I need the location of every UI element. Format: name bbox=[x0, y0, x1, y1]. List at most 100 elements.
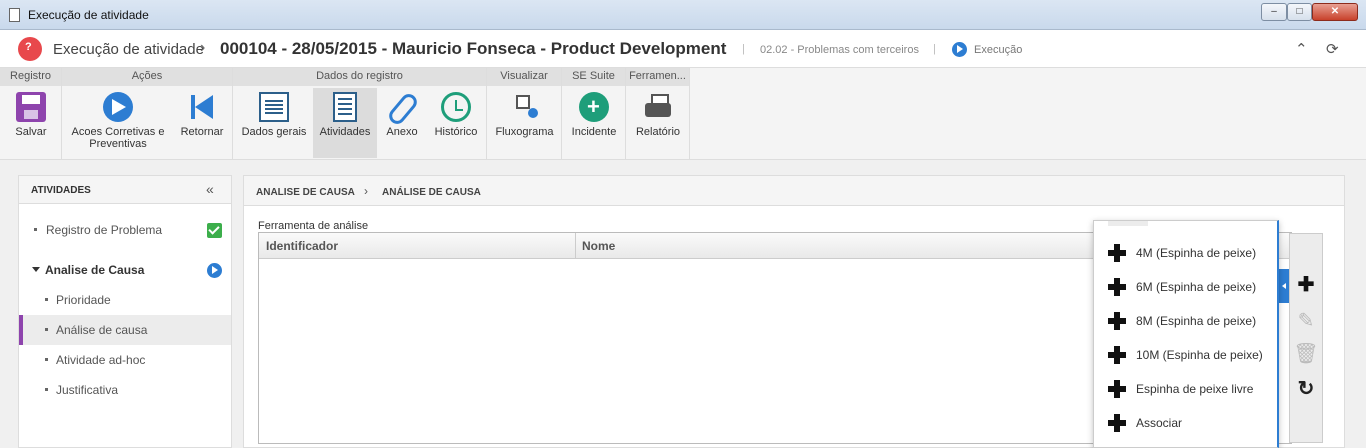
group-registro: Registro Salvar bbox=[0, 68, 62, 160]
tree-item-justificativa[interactable]: Justificativa bbox=[19, 375, 231, 405]
attachment-button[interactable]: Anexo bbox=[379, 88, 425, 158]
group-title: Ferramen... bbox=[626, 68, 689, 86]
printer-icon bbox=[643, 92, 673, 122]
menu-item-10m[interactable]: 10M (Espinha de peixe) bbox=[1094, 339, 1278, 369]
bullet-icon bbox=[45, 358, 48, 361]
return-icon bbox=[187, 92, 217, 122]
save-button[interactable]: Salvar bbox=[0, 88, 62, 158]
plus-icon bbox=[1108, 380, 1126, 398]
group-dados-registro: Dados do registro Dados gerais Atividade… bbox=[233, 68, 487, 160]
flowchart-label: Fluxograma bbox=[495, 126, 554, 138]
activities-button[interactable]: Atividades bbox=[313, 88, 377, 158]
module-title[interactable]: Execução de atividade bbox=[53, 41, 204, 58]
menu-item-6m[interactable]: 6M (Espinha de peixe) bbox=[1094, 271, 1278, 301]
group-title: Dados do registro bbox=[233, 68, 486, 86]
tree-item-label: Justificativa bbox=[56, 383, 119, 397]
menu-item-label: 8M (Espinha de peixe) bbox=[1136, 314, 1257, 328]
refresh-grid-icon[interactable]: ↻ bbox=[1290, 374, 1322, 404]
group-title: Registro bbox=[0, 68, 61, 86]
group-title: SE Suite bbox=[562, 68, 625, 86]
group-title: Visualizar bbox=[487, 68, 561, 86]
maximize-icon: □ bbox=[1296, 6, 1303, 17]
list-icon bbox=[333, 92, 357, 122]
close-icon: ✕ bbox=[1330, 6, 1340, 17]
completed-check-icon bbox=[207, 223, 222, 238]
general-data-button[interactable]: Dados gerais bbox=[237, 88, 311, 158]
activities-panel-header: ATIVIDADES « bbox=[19, 176, 231, 204]
activities-label: Atividades bbox=[319, 126, 371, 138]
tree-item-analise-causa[interactable]: Analise de Causa bbox=[19, 255, 231, 285]
tree-item-atividade-adhoc[interactable]: Atividade ad-hoc bbox=[19, 345, 231, 375]
paperclip-icon bbox=[387, 92, 417, 122]
minimize-button[interactable]: – bbox=[1261, 3, 1287, 21]
corrective-label-2: Preventivas bbox=[89, 138, 147, 150]
minimize-icon: – bbox=[1271, 6, 1277, 17]
activities-panel: ATIVIDADES « Registro de Problema Analis… bbox=[18, 175, 232, 448]
trash-icon[interactable]: 🗑 bbox=[1290, 339, 1322, 369]
add-icon[interactable]: ✚ bbox=[1290, 270, 1322, 300]
flowchart-button[interactable]: Fluxograma bbox=[489, 88, 560, 158]
incident-label: Incidente bbox=[571, 126, 617, 138]
save-icon bbox=[16, 92, 46, 122]
tree-item-label: Registro de Problema bbox=[46, 223, 163, 237]
menu-item-label: Associar bbox=[1136, 416, 1183, 430]
add-tool-menu: 4M (Espinha de peixe) 6M (Espinha de pei… bbox=[1093, 220, 1279, 448]
group-ferramentas: Ferramen... Relatório bbox=[626, 68, 690, 160]
analysis-tool-label: Ferramenta de análise bbox=[258, 220, 369, 232]
column-divider bbox=[575, 233, 576, 259]
breadcrumb-separator: › bbox=[364, 184, 368, 198]
menu-item-label: 6M (Espinha de peixe) bbox=[1136, 280, 1257, 294]
plus-icon bbox=[1108, 414, 1126, 432]
bullet-icon bbox=[45, 328, 48, 331]
record-title: 000104 - 28/05/2015 - Mauricio Fonseca -… bbox=[220, 39, 727, 58]
corrective-actions-button[interactable]: Acoes Corretivas e Preventivas bbox=[66, 88, 170, 158]
arrow-right-icon bbox=[103, 92, 133, 122]
edit-icon[interactable]: ✎ bbox=[1290, 306, 1322, 336]
menu-item-associar[interactable]: Associar bbox=[1094, 407, 1278, 437]
flowchart-icon bbox=[510, 92, 540, 122]
report-label: Relatório bbox=[635, 126, 681, 138]
collapse-header-icon[interactable]: ⌃ bbox=[1295, 40, 1308, 58]
menu-item-8m[interactable]: 8M (Espinha de peixe) bbox=[1094, 305, 1278, 335]
incident-button[interactable]: Incidente bbox=[564, 88, 624, 158]
breadcrumb-item[interactable]: ANALISE DE CAUSA bbox=[256, 187, 355, 198]
group-title: Ações bbox=[62, 68, 232, 86]
bullet-icon bbox=[34, 228, 37, 231]
menu-item-label: Espinha de peixe livre bbox=[1136, 382, 1254, 396]
column-nome[interactable]: Nome bbox=[582, 239, 615, 253]
group-visualizar: Visualizar Fluxograma bbox=[487, 68, 562, 160]
expand-arrow-icon[interactable] bbox=[32, 267, 40, 272]
menu-item-4m[interactable]: 4M (Espinha de peixe) bbox=[1094, 237, 1278, 267]
report-button[interactable]: Relatório bbox=[628, 88, 688, 158]
history-icon bbox=[441, 92, 471, 122]
plus-icon bbox=[1108, 244, 1126, 262]
attachment-label: Anexo bbox=[386, 126, 418, 138]
tree-item-registro-problema[interactable]: Registro de Problema bbox=[19, 215, 231, 245]
form-icon bbox=[259, 92, 289, 122]
close-button[interactable]: ✕ bbox=[1312, 3, 1358, 21]
menu-item-label: 10M (Espinha de peixe) bbox=[1136, 348, 1263, 362]
main-breadcrumb: ANALISE DE CAUSA › ANÁLISE DE CAUSA bbox=[244, 176, 1344, 206]
bullet-icon bbox=[45, 298, 48, 301]
menu-item-label: 4M (Espinha de peixe) bbox=[1136, 246, 1257, 260]
corrective-label-1: Acoes Corretivas e bbox=[71, 126, 165, 138]
document-icon bbox=[9, 8, 20, 22]
incident-icon bbox=[579, 92, 609, 122]
column-identificador[interactable]: Identificador bbox=[266, 239, 338, 253]
tree-item-label: Análise de causa bbox=[56, 323, 148, 337]
activities-panel-title: ATIVIDADES bbox=[31, 185, 91, 196]
window-title: Execução de atividade bbox=[28, 8, 149, 22]
status-play-icon bbox=[952, 42, 967, 57]
tree-item-analise-de-causa-selected[interactable]: Análise de causa bbox=[19, 315, 231, 345]
maximize-button[interactable]: □ bbox=[1287, 3, 1312, 21]
return-button[interactable]: Retornar bbox=[174, 88, 230, 158]
save-label: Salvar bbox=[15, 126, 47, 138]
menu-scroll-remnant bbox=[1108, 221, 1148, 226]
refresh-icon[interactable]: ⟳ bbox=[1326, 40, 1339, 58]
collapse-panel-icon[interactable]: « bbox=[206, 181, 214, 197]
history-button[interactable]: Histórico bbox=[427, 88, 485, 158]
bullet-icon bbox=[45, 388, 48, 391]
tree-item-prioridade[interactable]: Prioridade bbox=[19, 285, 231, 315]
tree-item-label: Analise de Causa bbox=[45, 263, 145, 277]
menu-item-espinha-livre[interactable]: Espinha de peixe livre bbox=[1094, 373, 1278, 403]
